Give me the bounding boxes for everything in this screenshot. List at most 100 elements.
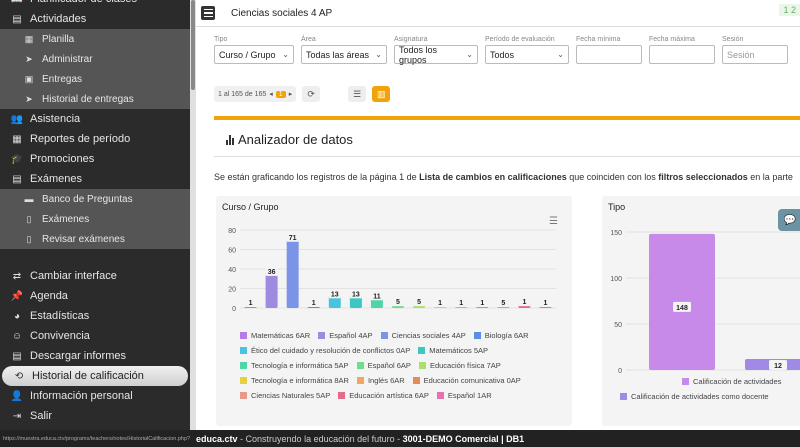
legend-item[interactable]: Biología 6AR <box>473 331 529 340</box>
refresh-icon[interactable]: ⟳ <box>302 86 321 102</box>
legend-item[interactable]: Español 1AR <box>436 391 492 400</box>
y-tick-label: 60 <box>228 248 236 255</box>
legend-label: Español 6AP <box>367 361 411 370</box>
history-icon: ⟲ <box>14 370 24 382</box>
chart-curso-grupo: 02040608013671113 13 115 5 1 1 1 5 1 1 <box>228 228 556 313</box>
sidebar-item-historial-de-calificacion[interactable]: ⟲ Historial de calificación <box>2 366 188 386</box>
pie-chart-icon: ◕ <box>13 310 21 322</box>
bar[interactable] <box>265 272 278 308</box>
sidebar-item-administrar[interactable]: ➤ Administrar <box>0 49 190 69</box>
sidebar-item-label: Descargar informes <box>30 350 126 362</box>
legend-item[interactable]: Educación física 7AP <box>418 361 501 370</box>
folder-icon: ▬ <box>24 194 34 204</box>
sidebar-item-actividades[interactable]: ▤ Actividades <box>0 9 190 29</box>
legend-item[interactable]: Educación artística 6AP <box>338 391 429 400</box>
filter-1: Área Todas las áreas ⌄ <box>301 36 387 64</box>
top-pager[interactable]: 1 2 <box>779 4 800 16</box>
legend-item[interactable]: Ciencias Naturales 5AP <box>240 391 330 400</box>
clipboard-icon: ▤ <box>12 13 22 25</box>
grid-icon: ▦ <box>24 33 34 44</box>
legend-item[interactable]: Español 6AP <box>356 361 411 370</box>
send-icon: ➤ <box>25 93 33 104</box>
status-url: https://muestra.educa.ctv/programs/teach… <box>3 435 190 442</box>
sidebar-item-label: Revisar exámenes <box>42 233 125 245</box>
sidebar-item-descargar-informes[interactable]: ▤ Descargar informes <box>0 346 190 366</box>
legend-item[interactable]: Ciencias sociales 4AP <box>380 331 466 340</box>
filter-select[interactable]: Todas las áreas ⌄ <box>301 45 387 64</box>
chevron-down-icon: ⌄ <box>557 50 564 59</box>
sidebar-item-label: Reportes de período <box>30 133 131 145</box>
legend-item[interactable]: Calificación de actividades como docente <box>620 392 769 401</box>
sidebar-item-banco-de-preguntas[interactable]: ▬ Banco de Preguntas <box>0 189 190 209</box>
sidebar-item-examenes[interactable]: ▤ Exámenes <box>0 169 190 189</box>
hamburger-menu-icon[interactable] <box>201 6 215 20</box>
data-label: 12 <box>774 363 782 370</box>
filter-input[interactable] <box>576 45 642 64</box>
chart-description: Se están graficando los registros de la … <box>214 172 793 182</box>
scrollbar-thumb[interactable] <box>191 0 195 90</box>
sidebar-item-historial-de-entregas[interactable]: ➤ Historial de entregas <box>0 89 190 109</box>
sidebar-item-planificador-de-clases[interactable]: 📖 Planificador de clases <box>0 0 190 9</box>
filters-bar: Tipo Curso / Grupo ⌄ Área Todas las áreas ⌄ As… <box>214 36 788 65</box>
sidebar-item-label: Actividades <box>30 13 87 25</box>
legend-item[interactable]: Español 4AP <box>318 331 373 340</box>
filter-input[interactable] <box>649 45 715 64</box>
sidebar-item-entregas[interactable]: ▣ Entregas <box>0 69 190 89</box>
sidebar-item-reportes-de-periodo[interactable]: ▦ Reportes de período <box>0 129 190 149</box>
legend-swatch <box>338 392 346 399</box>
sidebar-item-promociones[interactable]: 🎓 Promociones <box>0 149 190 169</box>
data-label: 1 <box>459 300 463 307</box>
sidebar-item-salir[interactable]: ⇥ Salir <box>0 406 190 426</box>
legend-item[interactable]: Ético del cuidado y resolución de confli… <box>240 346 410 355</box>
legend-label: Educación artística 6AP <box>349 391 429 400</box>
filter-label: Tipo <box>214 36 228 43</box>
sidebar-item-cambiar-interface[interactable]: ⇄ Cambiar interface <box>0 266 190 286</box>
data-label: 1 <box>249 300 253 307</box>
y-tick-label: 0 <box>232 306 236 313</box>
next-page-icon[interactable]: ▸ <box>289 90 293 98</box>
sidebar-item-estadisticas[interactable]: ◕ Estadísticas <box>0 306 190 326</box>
filter-select[interactable]: Todos los grupos ⌄ <box>394 44 478 65</box>
sidebar-item-convivencia[interactable]: ☺ Convivencia <box>0 326 190 346</box>
legend-item[interactable]: Inglés 6AR <box>356 376 405 385</box>
filter-select[interactable]: Curso / Grupo ⌄ <box>214 45 294 64</box>
data-label: 13 <box>352 291 360 298</box>
filter-label: Período de evaluación <box>485 36 555 43</box>
legend-item[interactable]: Matemáticos 5AP <box>418 346 488 355</box>
sidebar-item-label: Administrar <box>42 53 93 65</box>
legend-label: Español 4AP <box>329 331 373 340</box>
bar[interactable] <box>649 233 715 370</box>
calendar-icon: ▦ <box>12 133 22 145</box>
main-content: Ciencias sociales 4 AP 1 2 Tipo Curso / G… <box>196 0 800 430</box>
status-text: educa.ctv - Construyendo la educación de… <box>190 434 524 444</box>
sidebar-item-informacion-personal[interactable]: 👤 Información personal <box>0 386 190 406</box>
data-label: 11 <box>373 293 381 300</box>
current-page[interactable]: 1 <box>275 90 286 98</box>
sidebar-item-agenda[interactable]: 📌 Agenda <box>0 286 190 306</box>
sidebar-item-examenes[interactable]: ▯ Exámenes <box>0 209 190 229</box>
user-icon: 👤 <box>10 390 24 402</box>
filter-select[interactable]: Todos ⌄ <box>485 45 569 64</box>
top-bar: Ciencias sociales 4 AP 1 2 <box>196 0 800 27</box>
list-view-icon[interactable]: ☰ <box>348 86 367 102</box>
data-label: 5 <box>396 299 400 306</box>
filter-input[interactable]: Sesión <box>722 45 788 64</box>
bar-chart-icon <box>226 134 234 145</box>
chart-card-tipo: Tipo 💬 0 50 100 150 148 12 Calificación de ac… <box>602 196 800 426</box>
sidebar-item-asistencia[interactable]: 👥 Asistencia <box>0 109 190 129</box>
sidebar-item-planilla[interactable]: ▦ Planilla <box>0 29 190 49</box>
desc-text-1: Se están graficando los registros de la … <box>214 172 420 182</box>
sidebar-item-label: Planificador de clases <box>30 0 137 5</box>
filter-6: Sesión Sesión <box>722 36 788 64</box>
legend-item[interactable]: Calificación de actividades <box>682 377 781 386</box>
sidebar-item-revisar-examenes[interactable]: ▯ Revisar exámenes <box>0 229 190 249</box>
bar[interactable] <box>286 238 299 308</box>
legend-item[interactable]: Tecnología e informática 8AR <box>240 376 349 385</box>
legend-item[interactable]: Educación comunicativa 0AP <box>412 376 521 385</box>
prev-page-icon[interactable]: ◂ <box>269 90 273 98</box>
filter-value: Todos los grupos <box>399 44 438 65</box>
chart-view-icon[interactable]: ▥ <box>372 86 391 102</box>
legend-item[interactable]: Tecnología e informática 5AP <box>240 361 349 370</box>
legend-item[interactable]: Matemáticas 6AR <box>240 331 310 340</box>
y-tick-label: 0 <box>618 368 622 375</box>
